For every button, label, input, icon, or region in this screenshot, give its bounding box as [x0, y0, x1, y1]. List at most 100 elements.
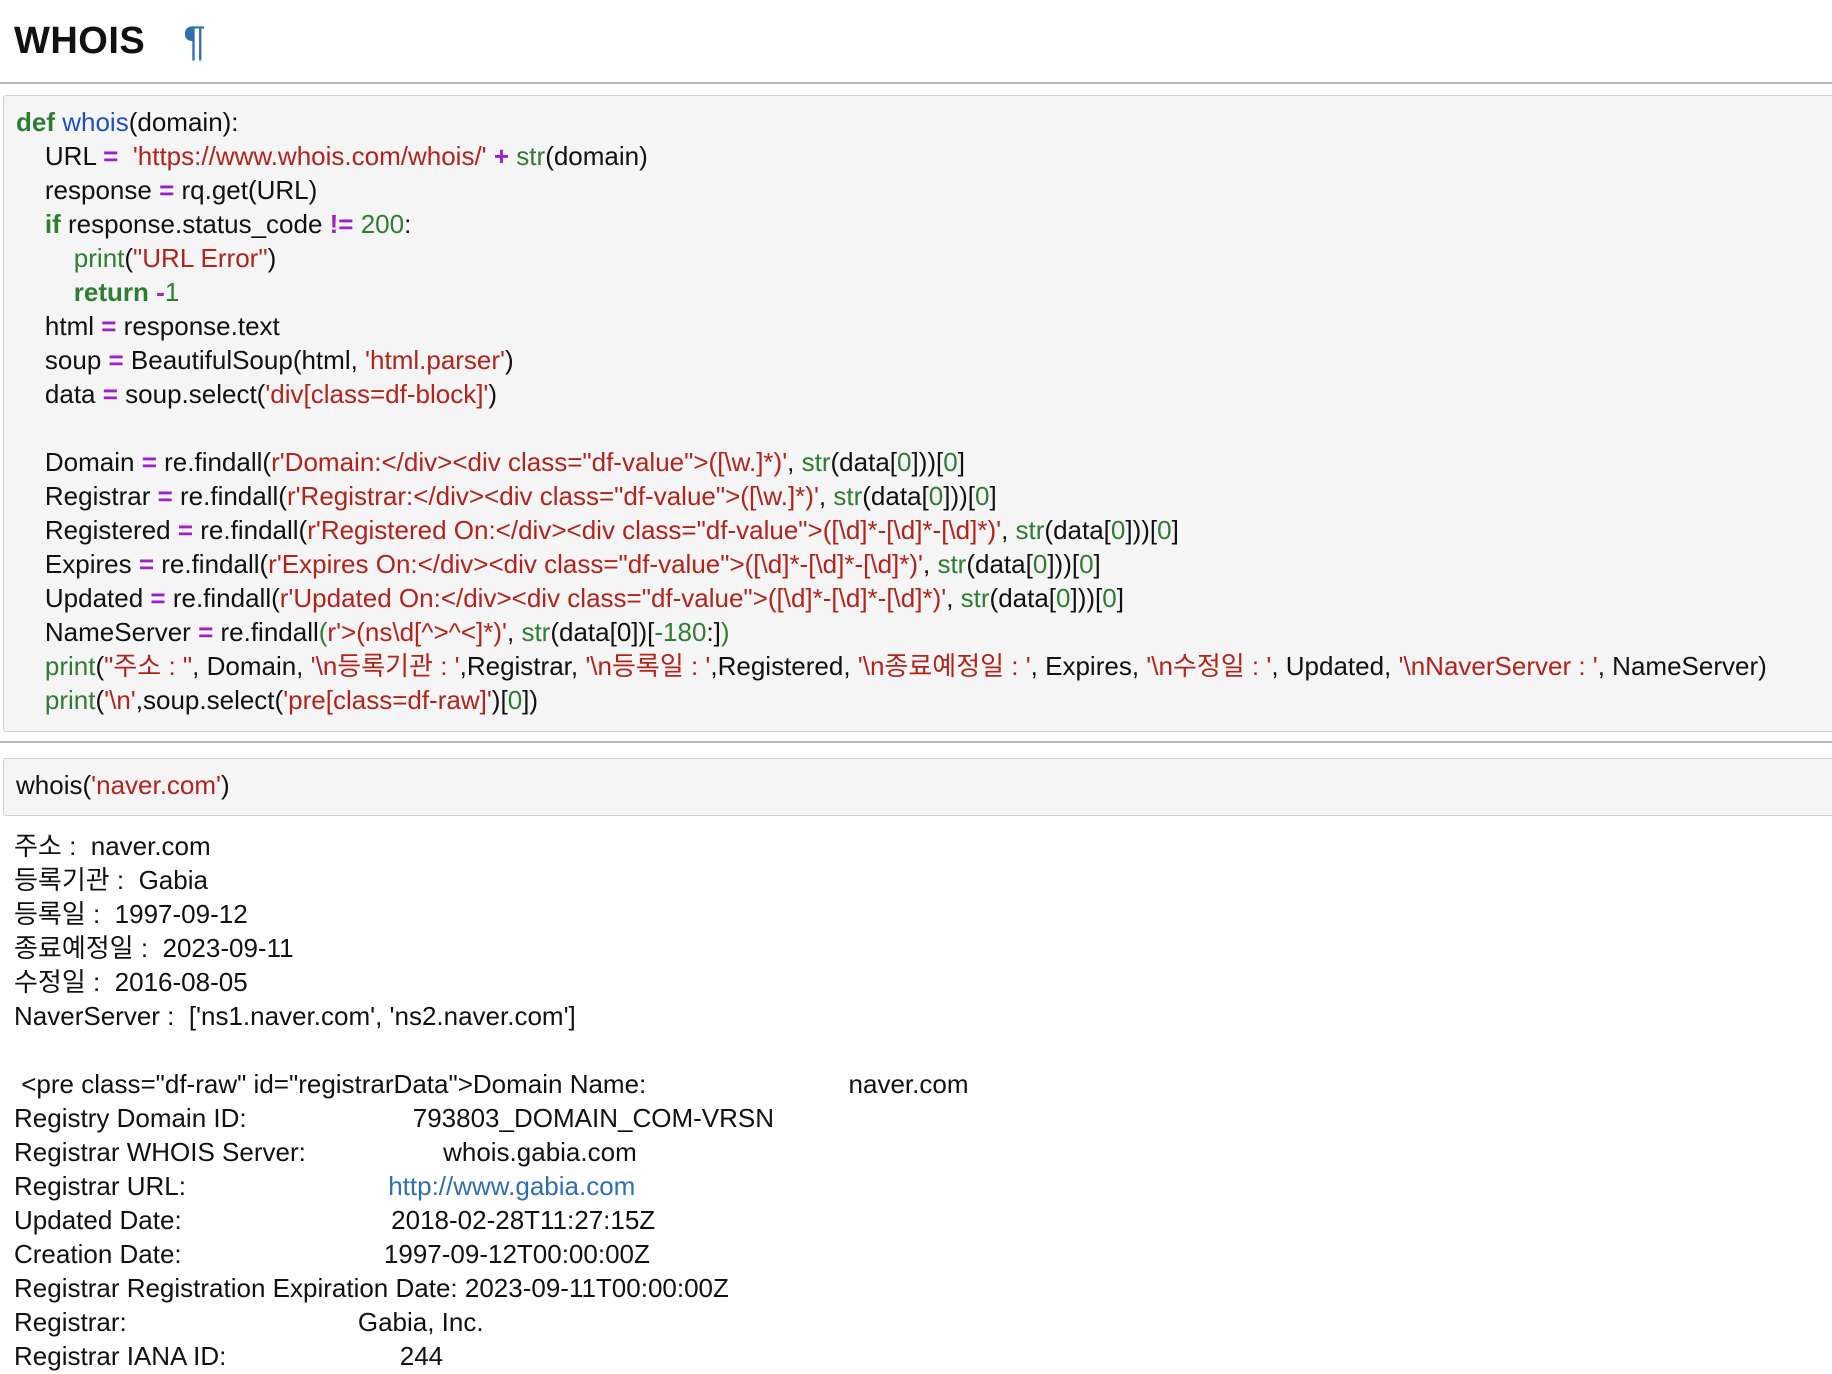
text-token: , Updated, [1271, 651, 1399, 681]
number-token: 0 [1110, 515, 1126, 545]
keyword-token: return [73, 277, 149, 307]
operator-token: = [101, 311, 117, 341]
string-token: '\n수정일 : ' [1146, 651, 1272, 681]
text-token: (data[ [1044, 515, 1111, 545]
output-line: 등록일 : 1997-09-12 [14, 897, 968, 931]
code-line: if response.status_code != 200: [16, 207, 1767, 241]
output-line: 주소 : naver.com [14, 829, 968, 863]
text-token: ] [989, 481, 997, 511]
string-token: '\n등록기관 : ' [310, 651, 460, 681]
text-token: response.status_code [60, 209, 330, 239]
string-token: '\n종료예정일 : ' [857, 651, 1031, 681]
operator-token: = [141, 447, 157, 477]
number-token: 0 [507, 685, 523, 715]
text-token: NaverServer : ['ns1.naver.com', 'ns2.nav… [14, 1001, 576, 1031]
text-token: ]))[ [943, 481, 975, 511]
text-token: NameServer [16, 617, 199, 647]
section-heading: WHOIS ¶ [14, 14, 206, 68]
code-line: html = response.text [16, 309, 1767, 343]
code-cell-whois-call[interactable] [3, 758, 1832, 816]
output-line: Creation Date: 1997-09-12T00:00:00Z [14, 1237, 968, 1271]
number-token: 0 [943, 447, 958, 477]
text-token: soup [16, 345, 109, 375]
text-token: re.findall( [193, 515, 308, 545]
code-line: print("주소 : ", Domain, '\n등록기관 : ',Regis… [16, 649, 1767, 683]
text-token: Registrar Registration Expiration Date: … [14, 1273, 729, 1303]
text-token: , [1001, 515, 1016, 545]
text-token: ]))[ [911, 447, 944, 477]
text-token: , [946, 583, 961, 613]
builtin-token: str [960, 583, 990, 613]
text-token: html [16, 311, 102, 341]
string-token: r'Expires On:</div><div class="df-value"… [268, 549, 923, 579]
operator-token: = [159, 175, 175, 205]
text-token: Registrar URL: [14, 1171, 389, 1201]
text-token: (data[ [830, 447, 898, 477]
operator-token: = [177, 515, 194, 545]
number-token: 0 [1056, 583, 1071, 613]
text-token: 수정일 : 2016-08-05 [14, 967, 248, 997]
code-line: print('\n',soup.select('pre[class=df-raw… [16, 683, 1767, 717]
text-token: ( [95, 685, 105, 715]
output-line: Updated Date: 2018-02-28T11:27:15Z [14, 1203, 968, 1237]
number-token: 0 [1157, 515, 1172, 545]
builtin-token: str [833, 481, 863, 511]
code-line: Registered = re.findall(r'Registered On:… [16, 513, 1767, 547]
code-line: Domain = re.findall(r'Domain:</div><div … [16, 445, 1767, 479]
text-token: Creation Date: 1997-09-12T00:00:00Z [14, 1239, 650, 1269]
operator-token: = [157, 481, 173, 511]
text-token: 등록기관 : Gabia [14, 865, 208, 895]
builtin-token: print [44, 651, 96, 681]
keyword-token: if [44, 209, 61, 239]
text-token: ]))[ [1047, 549, 1080, 579]
text-token: )[ [491, 685, 508, 715]
text-token: , [818, 481, 834, 511]
number-token: 0 [897, 447, 912, 477]
text-token: Registrar: Gabia, Inc. [14, 1307, 484, 1337]
operator-token: != [329, 209, 354, 239]
number-token: -180 [654, 617, 707, 647]
string-token: '\n' [104, 685, 136, 715]
operator-token: = [103, 141, 119, 171]
string-token: 'pre[class=df-raw]' [283, 685, 492, 715]
text-token: re.findall( [172, 481, 287, 511]
builtin-token: str [516, 141, 546, 171]
text-token: re.findall( [165, 583, 280, 613]
string-token: 'div[class=df-block]' [265, 379, 489, 409]
builtin-token: print [73, 243, 125, 273]
text-token: (data[ [862, 481, 929, 511]
operator-token: = [138, 549, 155, 579]
number-token: 0 [1032, 549, 1048, 579]
output-line: Registrar: Gabia, Inc. [14, 1305, 968, 1339]
text-token: <pre class="df-raw" id="registrarData">D… [14, 1069, 969, 1099]
string-token: r'Registered On:</div><div class="df-val… [307, 515, 1002, 545]
text-token: Registered [16, 515, 178, 545]
text-token: ,Registered, [710, 651, 858, 681]
registrar-url-link[interactable]: http://www.gabia.com [388, 1171, 635, 1201]
operator-token: = [108, 345, 124, 375]
output-line: Registry Domain ID: 793803_DOMAIN_COM-VR… [14, 1101, 968, 1135]
string-token: r'Updated On:</div><div class="df-value"… [279, 583, 947, 613]
text-token: ) [221, 770, 230, 800]
text-token: (data[0])[ [550, 617, 655, 647]
number-token: 200 [360, 209, 405, 239]
number-token: 0 [928, 481, 944, 511]
text-token: Registrar WHOIS Server: whois.gabia.com [14, 1137, 637, 1167]
text-token: Updated [16, 583, 151, 613]
text-token: (data[ [989, 583, 1057, 613]
text-token: ] [1116, 583, 1124, 613]
function-name-token: whois [62, 107, 129, 137]
builtin-token: print [44, 685, 96, 715]
anchor-link-icon[interactable]: ¶ [183, 17, 206, 65]
text-token: re.findall [213, 617, 319, 647]
text-token: ] [1093, 549, 1101, 579]
text-token: ( [124, 243, 134, 273]
text-token: Domain [16, 447, 142, 477]
divider [0, 82, 1832, 84]
builtin-token: str [801, 447, 831, 477]
text-token: soup.select( [117, 379, 266, 409]
operator-token: = [150, 583, 166, 613]
